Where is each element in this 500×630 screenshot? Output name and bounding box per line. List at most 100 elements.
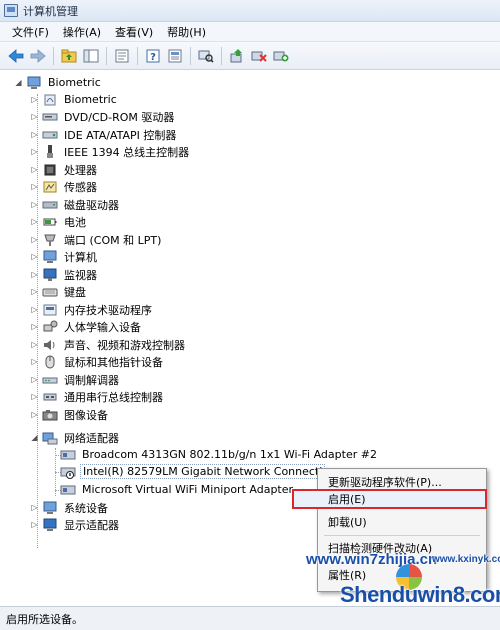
- context-menu: 更新驱动程序软件(P)... 启用(E) 卸载(U) 扫描检测硬件改动(A) 属…: [292, 468, 487, 592]
- tree-item-usb[interactable]: ▷ 通用串行总线控制器: [30, 388, 165, 405]
- expand-arrow-icon[interactable]: ▷: [30, 266, 39, 283]
- collapse-arrow-icon[interactable]: ◢: [30, 429, 39, 446]
- mouse-icon: [42, 354, 58, 370]
- tree-item-network-adapter[interactable]: ◢ 网络适配器: [30, 429, 121, 446]
- disabled-network-card-icon: [60, 464, 76, 480]
- expand-arrow-icon[interactable]: ▷: [30, 196, 39, 213]
- menu-view[interactable]: 查看(V): [109, 24, 159, 40]
- title-bar: 计算机管理: [0, 0, 500, 22]
- expand-arrow-icon[interactable]: ▷: [30, 336, 39, 353]
- update-driver-button[interactable]: [227, 46, 247, 66]
- tree-item-modem[interactable]: ▷ 调制解调器: [30, 371, 121, 388]
- toolbar-separator: [106, 46, 107, 65]
- expand-arrow-icon[interactable]: ▷: [30, 231, 39, 248]
- status-text: 启用所选设备。: [6, 612, 83, 626]
- tree-item-dvd[interactable]: ▷ DVD/CD-ROM 驱动器: [30, 108, 176, 125]
- context-properties[interactable]: 属性(R): [318, 565, 486, 585]
- show-hide-tree-button[interactable]: [81, 46, 101, 66]
- tree-item-imaging[interactable]: ▷ 图像设备: [30, 406, 110, 423]
- disable-device-button[interactable]: [249, 46, 269, 66]
- expand-arrow-icon[interactable]: ▷: [30, 161, 39, 178]
- properties-button[interactable]: [165, 46, 185, 66]
- tree-item-intel-adapter[interactable]: Intel(R) 82579LM Gigabit Network Connect…: [60, 463, 326, 480]
- menu-help[interactable]: 帮助(H): [161, 24, 212, 40]
- tree-item-computer[interactable]: ▷ 计算机: [30, 248, 99, 265]
- tree-root[interactable]: ◢ Biometric: [14, 74, 103, 91]
- tree-item-processor[interactable]: ▷ 处理器: [30, 161, 99, 178]
- context-scan-hardware[interactable]: 扫描检测硬件改动(A): [318, 538, 486, 558]
- tree-item-microsoft-virtual-adapter[interactable]: Microsoft Virtual WiFi Miniport Adapter: [60, 481, 295, 498]
- expand-arrow-icon[interactable]: ▷: [30, 213, 39, 230]
- tree-item-monitor[interactable]: ▷ 监视器: [30, 266, 99, 283]
- expand-arrow-icon[interactable]: ▷: [30, 126, 39, 143]
- expand-arrow-icon[interactable]: ▷: [30, 318, 39, 335]
- dvd-drive-icon: [42, 109, 58, 125]
- up-level-button[interactable]: [59, 46, 79, 66]
- expand-arrow-icon[interactable]: ▷: [30, 388, 39, 405]
- biometric-icon: [42, 92, 58, 108]
- menu-file[interactable]: 文件(F): [6, 24, 55, 40]
- tree-item-ide[interactable]: ▷ IDE ATA/ATAPI 控制器: [30, 126, 178, 143]
- tree-item-battery[interactable]: ▷ 电池: [30, 213, 88, 230]
- computer-management-icon: [4, 4, 18, 17]
- expand-arrow-icon[interactable]: ▷: [30, 143, 39, 160]
- system-device-icon: [42, 500, 58, 516]
- expand-arrow-icon[interactable]: ▷: [30, 516, 39, 533]
- help-button[interactable]: ?: [143, 46, 163, 66]
- window-title: 计算机管理: [23, 4, 78, 18]
- display-adapter-icon: [42, 517, 58, 533]
- tree-item-sound[interactable]: ▷ 声音、视频和游戏控制器: [30, 336, 187, 353]
- tree-item-broadcom-adapter[interactable]: Broadcom 4313GN 802.11b/g/n 1x1 Wi-Fi Ad…: [60, 446, 379, 463]
- tree-item-ieee1394[interactable]: ▷ IEEE 1394 总线主控制器: [30, 143, 191, 160]
- computer-icon: [42, 249, 58, 265]
- tree-item-system-devices[interactable]: ▷ 系统设备: [30, 499, 110, 516]
- sensor-icon: [42, 179, 58, 195]
- tree-item-disk[interactable]: ▷ 磁盘驱动器: [30, 196, 121, 213]
- tree-item-biometric[interactable]: ▷ Biometric: [30, 91, 119, 108]
- expand-arrow-icon[interactable]: ▷: [30, 283, 39, 300]
- tree-item-mouse[interactable]: ▷ 鼠标和其他指针设备: [30, 353, 165, 370]
- menu-action[interactable]: 操作(A): [57, 24, 107, 40]
- scan-hardware-button[interactable]: [196, 46, 216, 66]
- tree-item-port[interactable]: ▷ 端口 (COM 和 LPT): [30, 231, 163, 248]
- modem-icon: [42, 372, 58, 388]
- tree-item-sensor[interactable]: ▷ 传感器: [30, 178, 99, 195]
- toolbar-separator: [137, 46, 138, 65]
- imaging-icon: [42, 407, 58, 423]
- forward-button[interactable]: [28, 46, 48, 66]
- expand-arrow-icon[interactable]: ▷: [30, 499, 39, 516]
- back-button[interactable]: [6, 46, 26, 66]
- expand-arrow-icon[interactable]: ▷: [30, 406, 39, 423]
- context-enable[interactable]: 启用(E): [292, 489, 487, 509]
- toolbar-separator: [221, 46, 222, 65]
- export-list-button[interactable]: [112, 46, 132, 66]
- help-icon: ?: [146, 49, 160, 63]
- network-adapter-icon: [42, 430, 58, 446]
- expand-arrow-icon[interactable]: ▷: [30, 108, 39, 125]
- status-bar: 启用所选设备。: [0, 606, 500, 630]
- back-arrow-icon: [8, 48, 24, 63]
- show-hide-tree-icon: [83, 49, 99, 62]
- toolbar-separator: [190, 46, 191, 65]
- svg-text:?: ?: [150, 52, 156, 63]
- tree-root-label: Biometric: [48, 76, 101, 89]
- tree-item-memory-tech[interactable]: ▷ 内存技术驱动程序: [30, 301, 154, 318]
- enable-device-button[interactable]: [271, 46, 291, 66]
- tree-item-display-adapter[interactable]: ▷ 显示适配器: [30, 516, 121, 533]
- tree-item-keyboard[interactable]: ▷ 键盘: [30, 283, 88, 300]
- computer-icon: [26, 75, 42, 91]
- expand-arrow-icon[interactable]: ▷: [30, 301, 39, 318]
- tree-item-hid[interactable]: ▷ 人体学输入设备: [30, 318, 143, 335]
- expand-arrow-icon[interactable]: ▷: [30, 248, 39, 265]
- expand-arrow-icon[interactable]: ▷: [30, 91, 39, 108]
- expand-arrow-icon[interactable]: ▷: [30, 371, 39, 388]
- sound-icon: [42, 337, 58, 353]
- context-uninstall[interactable]: 卸载(U): [318, 512, 486, 532]
- hid-icon: [42, 319, 58, 335]
- ieee1394-icon: [42, 144, 58, 160]
- expand-arrow-icon[interactable]: ▷: [30, 178, 39, 195]
- collapse-arrow-icon[interactable]: ◢: [14, 74, 23, 91]
- processor-icon: [42, 162, 58, 178]
- expand-arrow-icon[interactable]: ▷: [30, 353, 39, 370]
- network-card-icon: [60, 482, 76, 498]
